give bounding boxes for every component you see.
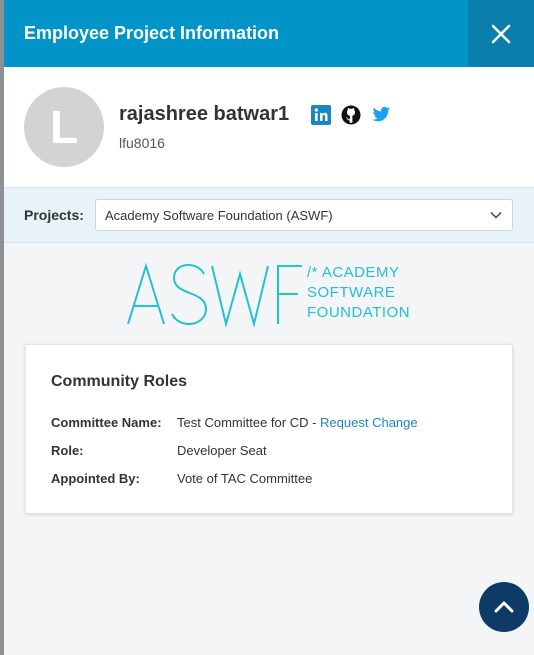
logo-line-3: FOUNDATION <box>307 304 411 321</box>
role-label: Role: <box>51 443 84 458</box>
projects-bar: Projects: Academy Software Foundation (A… <box>4 187 534 243</box>
role-row: Role: Developer Seat <box>51 443 267 458</box>
avatar: L <box>24 87 104 167</box>
aswf-logo: /* ACADEMY SOFTWARE FOUNDATION <box>124 258 414 328</box>
committee-row: Committee Name: Test Committee for CD - R… <box>51 415 418 430</box>
appointed-by-label: Appointed By: <box>51 471 140 486</box>
twitter-icon[interactable] <box>371 105 391 125</box>
github-icon[interactable] <box>341 105 361 125</box>
panel-header: Employee Project Information <box>4 0 534 67</box>
profile-section: L rajashree batwar1 lfu8016 <box>4 67 534 187</box>
logo-line-2: SOFTWARE <box>307 284 396 301</box>
card-title: Community Roles <box>51 373 188 390</box>
close-icon <box>491 24 511 43</box>
chevron-up-icon <box>494 601 514 613</box>
aswf-logo-text: /* ACADEMY SOFTWARE FOUNDATION <box>307 263 410 323</box>
link-separator: - <box>308 415 321 430</box>
panel-title: Employee Project Information <box>24 23 280 43</box>
appointed-row: Appointed By: Vote of TAC Committee <box>51 471 312 486</box>
role-value: Developer Seat <box>177 443 267 458</box>
scroll-to-top-button[interactable] <box>479 582 529 632</box>
request-change-link[interactable]: Request Change <box>320 415 418 430</box>
appointed-by-value: Vote of TAC Committee <box>177 471 313 486</box>
projects-select[interactable]: Academy Software Foundation (ASWF) <box>95 199 513 231</box>
user-name: rajashree batwar1 <box>119 103 290 125</box>
user-id: lfu8016 <box>119 135 165 151</box>
chevron-down-icon <box>490 209 502 221</box>
aswf-logo-mark <box>127 262 302 328</box>
community-roles-card: Community Roles Committee Name: Test Comm… <box>25 344 513 514</box>
logo-line-1: /* ACADEMY <box>307 264 400 281</box>
committee-name-label: Committee Name: <box>51 415 162 430</box>
linkedin-icon[interactable] <box>311 105 331 125</box>
close-button[interactable] <box>468 0 534 67</box>
projects-label: Projects: <box>24 207 84 223</box>
projects-select-value: Academy Software Foundation (ASWF) <box>105 207 333 223</box>
committee-name-value: Test Committee for CD <box>177 415 309 430</box>
social-links <box>311 105 391 125</box>
